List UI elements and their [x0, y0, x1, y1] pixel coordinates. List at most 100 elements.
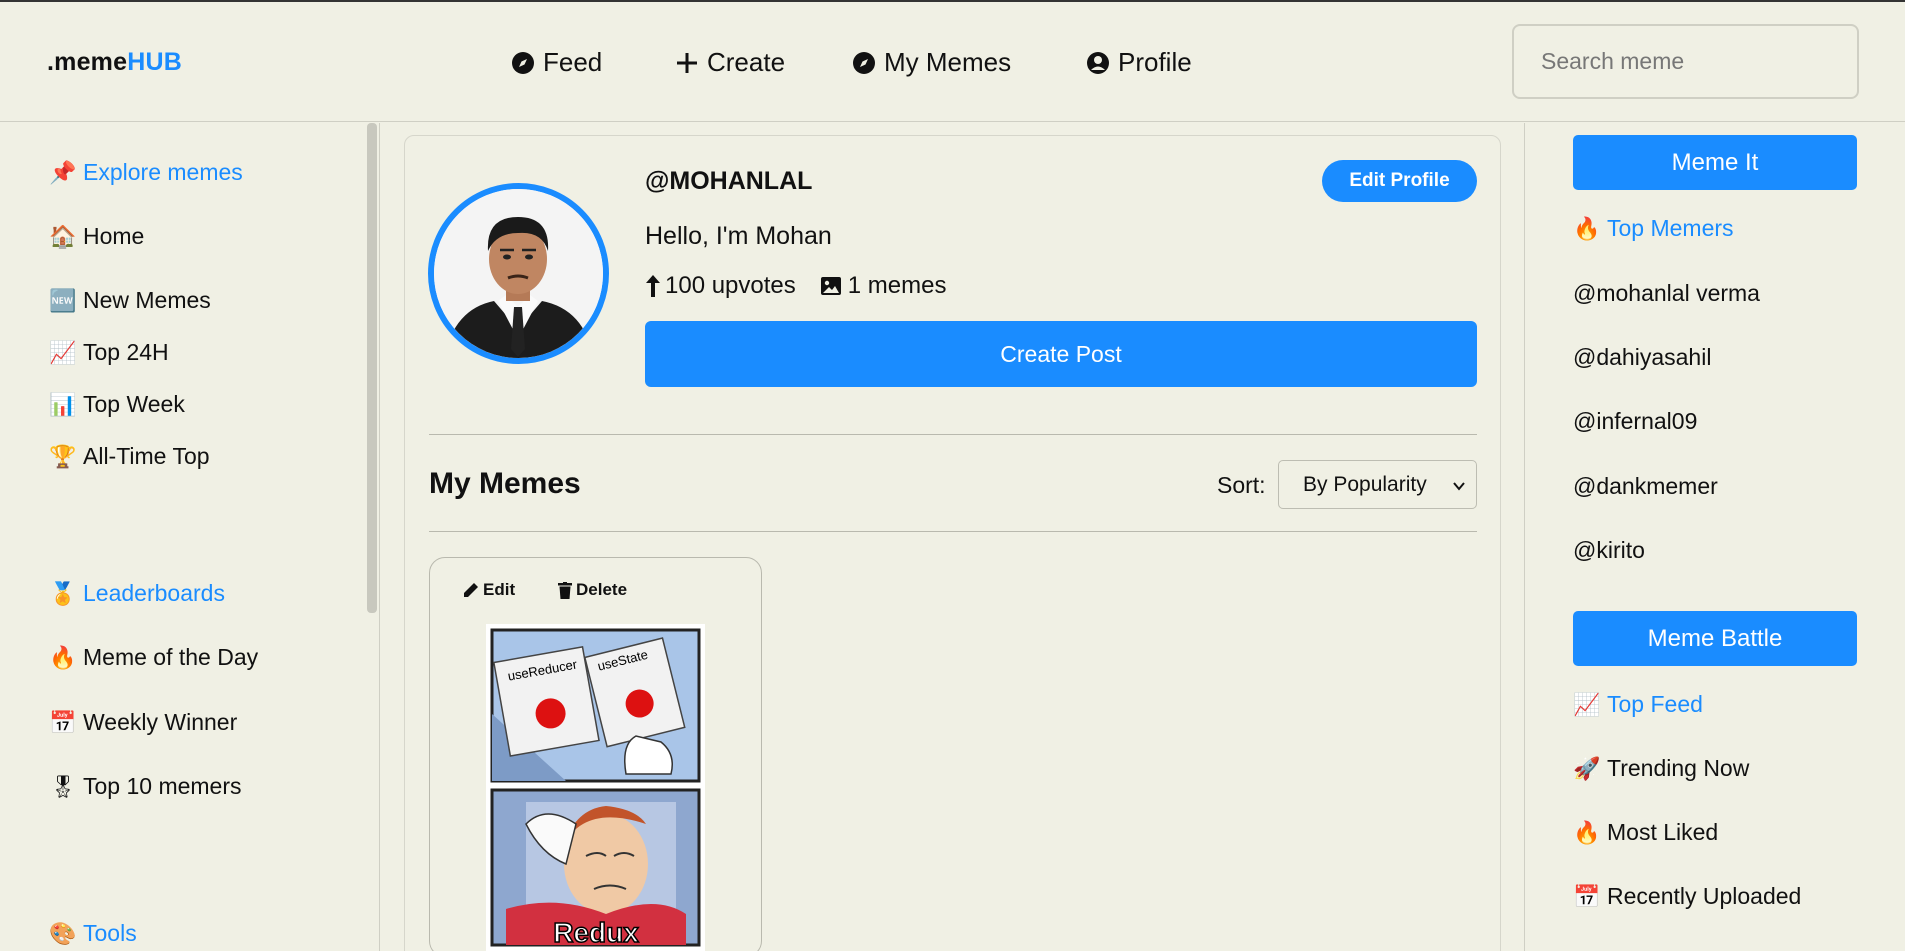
search-input[interactable] — [1512, 24, 1859, 99]
sort-select[interactable]: By Popularity — [1278, 460, 1477, 509]
sidebar-item-all-time-top[interactable]: 🏆 All-Time Top — [49, 443, 210, 470]
sidebar-item-top-24h[interactable]: 📈 Top 24H — [49, 339, 169, 366]
pushpin-icon: 📌 — [49, 159, 77, 185]
chart-up-icon: 📈 — [49, 339, 77, 365]
top-memers-label: Top Memers — [1607, 215, 1734, 241]
feed-item-label: Top Feed — [1607, 691, 1703, 717]
memer-name: @infernal09 — [1573, 408, 1698, 434]
user-circle-icon — [1086, 51, 1110, 75]
bar-chart-icon: 📊 — [49, 391, 77, 417]
sidebar-item-label: All-Time Top — [83, 443, 210, 469]
chart-up-icon: 📈 — [1573, 691, 1601, 717]
memer-item[interactable]: @infernal09 — [1573, 408, 1697, 435]
sidebar-item-label: Tools — [83, 920, 137, 946]
image-icon — [820, 276, 842, 296]
feed-item-label: Trending Now — [1607, 755, 1750, 781]
memer-item[interactable]: @mohanlal verma — [1573, 280, 1760, 307]
meme-edit-label: Edit — [483, 580, 516, 599]
plus-icon — [675, 51, 699, 75]
create-post-button[interactable]: Create Post — [645, 321, 1477, 387]
memer-item[interactable]: @dankmemer — [1573, 473, 1718, 500]
upvotes-stat: 100 upvotes — [645, 272, 796, 300]
arrow-up-icon — [645, 274, 661, 298]
calendar-icon: 📅 — [1573, 883, 1601, 909]
military-medal-icon: 🎖 — [49, 773, 77, 799]
sidebar-item-label: Home — [83, 223, 145, 249]
meme-battle-button[interactable]: Meme Battle — [1573, 611, 1857, 666]
nav-create[interactable]: Create — [675, 47, 785, 78]
sidebar-item-top-10-memers[interactable]: 🎖 Top 10 memers — [49, 773, 242, 800]
fire-icon: 🔥 — [1573, 215, 1601, 241]
house-icon: 🏠 — [49, 223, 77, 249]
top-navbar: .memeHUB Feed Create My Memes Profile — [0, 2, 1905, 122]
sidebar-item-label: Top Week — [83, 391, 185, 417]
sidebar-item-explore-memes[interactable]: 📌 Explore memes — [49, 159, 243, 186]
nav-feed[interactable]: Feed — [511, 47, 602, 78]
sort-value: By Popularity — [1303, 472, 1427, 496]
memes-count: 1 memes — [847, 272, 947, 299]
meme-edit-button[interactable]: Edit — [463, 580, 515, 600]
palette-icon: 🎨 — [49, 920, 77, 946]
nav-profile-label: Profile — [1118, 47, 1192, 77]
memer-item[interactable]: @kirito — [1573, 537, 1645, 564]
feed-item-label: Most Liked — [1607, 819, 1719, 845]
profile-username: @MOHANLAL — [645, 167, 813, 195]
trash-icon — [558, 581, 572, 599]
profile-stats: 100 upvotes 1 memes — [645, 272, 970, 300]
sidebar-item-label: New Memes — [83, 287, 211, 313]
sidebar-item-label: Weekly Winner — [83, 709, 238, 735]
sidebar-item-tools[interactable]: 🎨 Tools — [49, 920, 137, 947]
meme-caption: Redux — [553, 917, 639, 948]
feed-item-most-liked[interactable]: 🔥 Most Liked — [1573, 819, 1718, 846]
meme-image[interactable]: useReducer useState Redux — [486, 624, 705, 951]
sidebar-item-leaderboards[interactable]: 🏅 Leaderboards — [49, 580, 225, 607]
compass-icon — [852, 51, 876, 75]
memer-name: @mohanlal verma — [1573, 280, 1760, 306]
memer-name: @dahiyasahil — [1573, 344, 1712, 370]
memer-name: @kirito — [1573, 537, 1645, 563]
meme-delete-label: Delete — [576, 580, 628, 599]
memer-item[interactable]: @dahiyasahil — [1573, 344, 1711, 371]
sidebar-item-label: Explore memes — [83, 159, 243, 185]
sidebar-item-new-memes[interactable]: 🆕 New Memes — [49, 287, 211, 314]
pencil-icon — [463, 582, 479, 598]
sort-label: Sort: — [1217, 472, 1266, 498]
nav-create-label: Create — [707, 47, 786, 77]
my-memes-title: My Memes — [429, 467, 581, 500]
feed-item-label: Recently Uploaded — [1607, 883, 1802, 909]
sidebar-item-label: Top 24H — [83, 339, 169, 365]
memer-name: @dankmemer — [1573, 473, 1718, 499]
nav-my-memes-label: My Memes — [884, 47, 1012, 77]
meme-delete-button[interactable]: Delete — [558, 580, 627, 600]
nav-my-memes[interactable]: My Memes — [852, 47, 1011, 78]
left-sidebar-scrollbar[interactable] — [367, 123, 377, 613]
nav-profile[interactable]: Profile — [1086, 47, 1192, 78]
fire-icon: 🔥 — [1573, 819, 1601, 845]
brand-logo[interactable]: .memeHUB — [47, 48, 182, 77]
profile-bio: Hello, I'm Mohan — [645, 222, 832, 250]
brand-prefix: .meme — [47, 48, 128, 76]
trophy-icon: 🏆 — [49, 443, 77, 469]
feed-item-recently-uploaded[interactable]: 📅 Recently Uploaded — [1573, 883, 1801, 910]
sidebar-item-meme-of-the-day[interactable]: 🔥 Meme of the Day — [49, 644, 258, 671]
sidebar-item-home[interactable]: 🏠 Home — [49, 223, 144, 250]
sidebar-item-label: Leaderboards — [83, 580, 225, 606]
rocket-icon: 🚀 — [1573, 755, 1601, 781]
top-memers-heading[interactable]: 🔥 Top Memers — [1573, 215, 1734, 242]
meme-it-button[interactable]: Meme It — [1573, 135, 1857, 190]
sidebar-item-top-week[interactable]: 📊 Top Week — [49, 391, 185, 418]
divider — [429, 531, 1477, 532]
calendar-icon: 📅 — [49, 709, 77, 735]
fire-icon: 🔥 — [49, 644, 77, 670]
divider — [429, 434, 1477, 435]
sidebar-item-weekly-winner[interactable]: 📅 Weekly Winner — [49, 709, 237, 736]
edit-profile-button[interactable]: Edit Profile — [1322, 160, 1477, 202]
compass-icon — [511, 51, 535, 75]
feed-item-trending-now[interactable]: 🚀 Trending Now — [1573, 755, 1749, 782]
memes-stat: 1 memes — [820, 272, 947, 300]
medal-icon: 🏅 — [49, 580, 77, 606]
nav-feed-label: Feed — [543, 47, 603, 77]
top-feed-heading[interactable]: 📈 Top Feed — [1573, 691, 1703, 718]
avatar — [428, 183, 609, 364]
brand-suffix: HUB — [127, 48, 182, 76]
